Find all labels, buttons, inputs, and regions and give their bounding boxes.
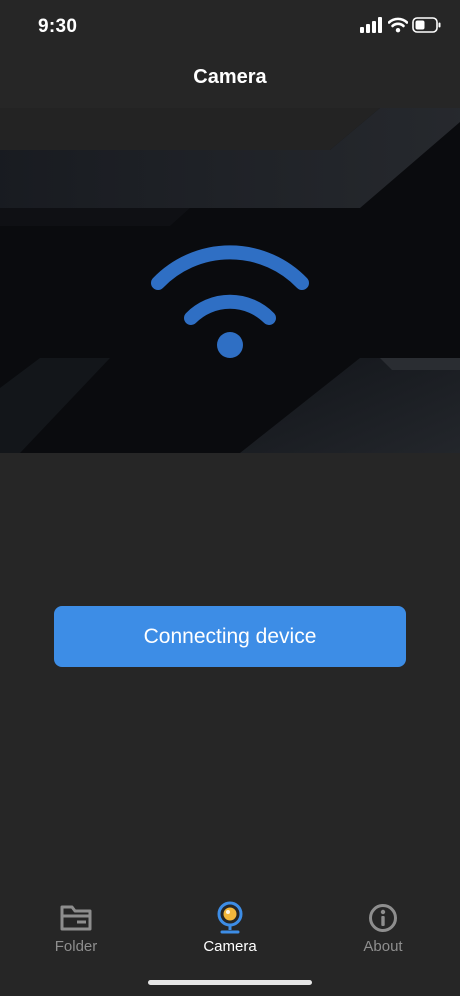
info-icon	[365, 900, 401, 936]
webcam-icon	[212, 900, 248, 936]
hero-banner	[0, 108, 460, 453]
page-title: Camera	[193, 66, 267, 88]
tab-camera[interactable]: Camera	[180, 890, 280, 960]
battery-icon	[412, 17, 441, 33]
tab-about[interactable]: About	[333, 890, 433, 960]
connecting-device-button[interactable]: Connecting device	[54, 606, 406, 667]
wifi-status-icon	[388, 17, 408, 33]
cellular-signal-icon	[360, 17, 382, 33]
tab-camera-label: Camera	[203, 938, 257, 955]
tab-bar: Folder Camera About	[0, 890, 460, 970]
home-indicator[interactable]	[148, 980, 312, 985]
folder-icon	[58, 900, 94, 936]
status-time: 9:30	[38, 16, 78, 37]
tab-folder-label: Folder	[54, 938, 98, 955]
tab-folder[interactable]: Folder	[26, 890, 126, 960]
tab-about-label: About	[363, 938, 403, 955]
status-bar: 9:30	[0, 0, 460, 56]
wifi-icon	[151, 245, 309, 358]
